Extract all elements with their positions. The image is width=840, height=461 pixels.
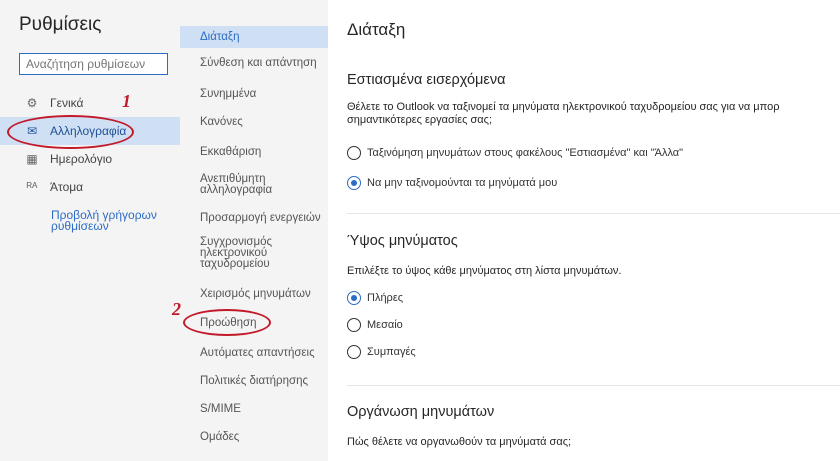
message-organization-heading: Οργάνωση μηνυμάτων (347, 404, 495, 420)
mail-nav-smime[interactable]: S/MIME (180, 401, 328, 417)
radio-circle (347, 345, 361, 359)
nav-item-people[interactable]: ᴿᴬ Άτομα (0, 173, 180, 201)
radio-circle (347, 318, 361, 332)
mail-nav-rules[interactable]: Κανόνες (180, 114, 328, 130)
mail-nav-retention[interactable]: Πολιτικές διατήρησης (180, 373, 328, 389)
annotation-ellipse-forwarding (183, 309, 271, 336)
annotation-number-1: 1 (122, 91, 131, 111)
search-settings-input[interactable] (19, 53, 168, 75)
radio-dont-sort[interactable]: Να μην ταξινομούνται τα μηνύματά μου (347, 176, 557, 190)
quick-settings-link[interactable]: Προβολή γρήγορων ρυθμίσεων (51, 209, 171, 232)
settings-title: Ρυθμίσεις (19, 14, 102, 35)
calendar-icon: ▦ (26, 152, 38, 166)
nav-item-label: Γενικά (50, 96, 84, 110)
radio-height-medium[interactable]: Μεσαίο (347, 318, 403, 332)
radio-height-compact[interactable]: Συμπαγές (347, 345, 416, 359)
mail-nav-auto-replies[interactable]: Αυτόματες απαντήσεις (180, 345, 328, 361)
radio-height-full[interactable]: Πλήρες (347, 291, 403, 305)
layout-settings-panel: Διάταξη Εστιασμένα εισερχόμενα Θέλετε το… (328, 0, 840, 461)
mail-settings-nav: Διάταξη Σύνθεση και απάντηση Συνημμένα Κ… (180, 0, 328, 461)
radio-sort-focused-other[interactable]: Ταξινόμηση μηνυμάτων στους φακέλους "Εστ… (347, 146, 683, 160)
radio-circle (347, 146, 361, 160)
radio-circle-selected (347, 176, 361, 190)
mail-nav-message-handling[interactable]: Χειρισμός μηνυμάτων (180, 286, 328, 302)
people-icon: ᴿᴬ (26, 180, 38, 194)
mail-nav-junk[interactable]: Ανεπιθύμητη αλληλογραφία (180, 173, 308, 196)
mail-nav-layout[interactable]: Διάταξη (180, 26, 328, 48)
nav-item-label: Άτομα (50, 180, 84, 194)
nav-item-general[interactable]: ⚙ Γενικά (0, 89, 180, 117)
focused-desc-line2: σημαντικότερες εργασίες σας; (347, 114, 493, 126)
radio-label: Πλήρες (367, 292, 404, 304)
section-divider (347, 385, 840, 386)
radio-label: Ταξινόμηση μηνυμάτων στους φακέλους "Εστ… (367, 147, 684, 159)
focused-inbox-description: Θέλετε το Outlook να ταξινομεί τα μηνύμα… (347, 101, 840, 127)
settings-nav-pane: Ρυθμίσεις ⚙ Γενικά ✉ Αλληλογραφία ▦ Ημερ… (0, 0, 180, 461)
mail-nav-customize-actions[interactable]: Προσαρμογή ενεργειών (180, 210, 328, 226)
annotation-ellipse-mail (7, 115, 134, 149)
focused-desc-line1: Θέλετε το Outlook να ταξινομεί τα μηνύμα… (347, 101, 780, 113)
section-divider (347, 213, 840, 214)
message-height-heading: Ύψος μηνύματος (347, 233, 458, 249)
radio-label: Να μην ταξινομούνται τα μηνύματά μου (367, 177, 558, 189)
radio-label: Συμπαγές (367, 346, 416, 358)
mail-nav-sweep[interactable]: Εκκαθάριση (180, 144, 328, 160)
nav-item-calendar[interactable]: ▦ Ημερολόγιο (0, 145, 180, 173)
mail-nav-attachments[interactable]: Συνημμένα (180, 86, 328, 102)
message-organization-description: Πώς θέλετε να οργανωθούν τα μηνύματά σας… (347, 436, 572, 448)
annotation-number-2: 2 (172, 299, 181, 319)
mail-nav-groups[interactable]: Ομάδες (180, 429, 328, 445)
radio-label: Μεσαίο (367, 319, 403, 331)
focused-inbox-heading: Εστιασμένα εισερχόμενα (347, 72, 506, 88)
mail-nav-compose-reply[interactable]: Σύνθεση και απάντηση (180, 55, 328, 71)
message-height-description: Επιλέξτε το ύψος κάθε μηνύματος στη λίστ… (347, 265, 622, 277)
page-title: Διάταξη (347, 20, 406, 39)
gear-icon: ⚙ (26, 96, 38, 110)
mail-nav-sync-email[interactable]: Συγχρονισμός ηλεκτρονικού ταχυδρομείου (180, 236, 305, 270)
radio-circle-selected (347, 291, 361, 305)
nav-item-label: Ημερολόγιο (50, 152, 113, 166)
